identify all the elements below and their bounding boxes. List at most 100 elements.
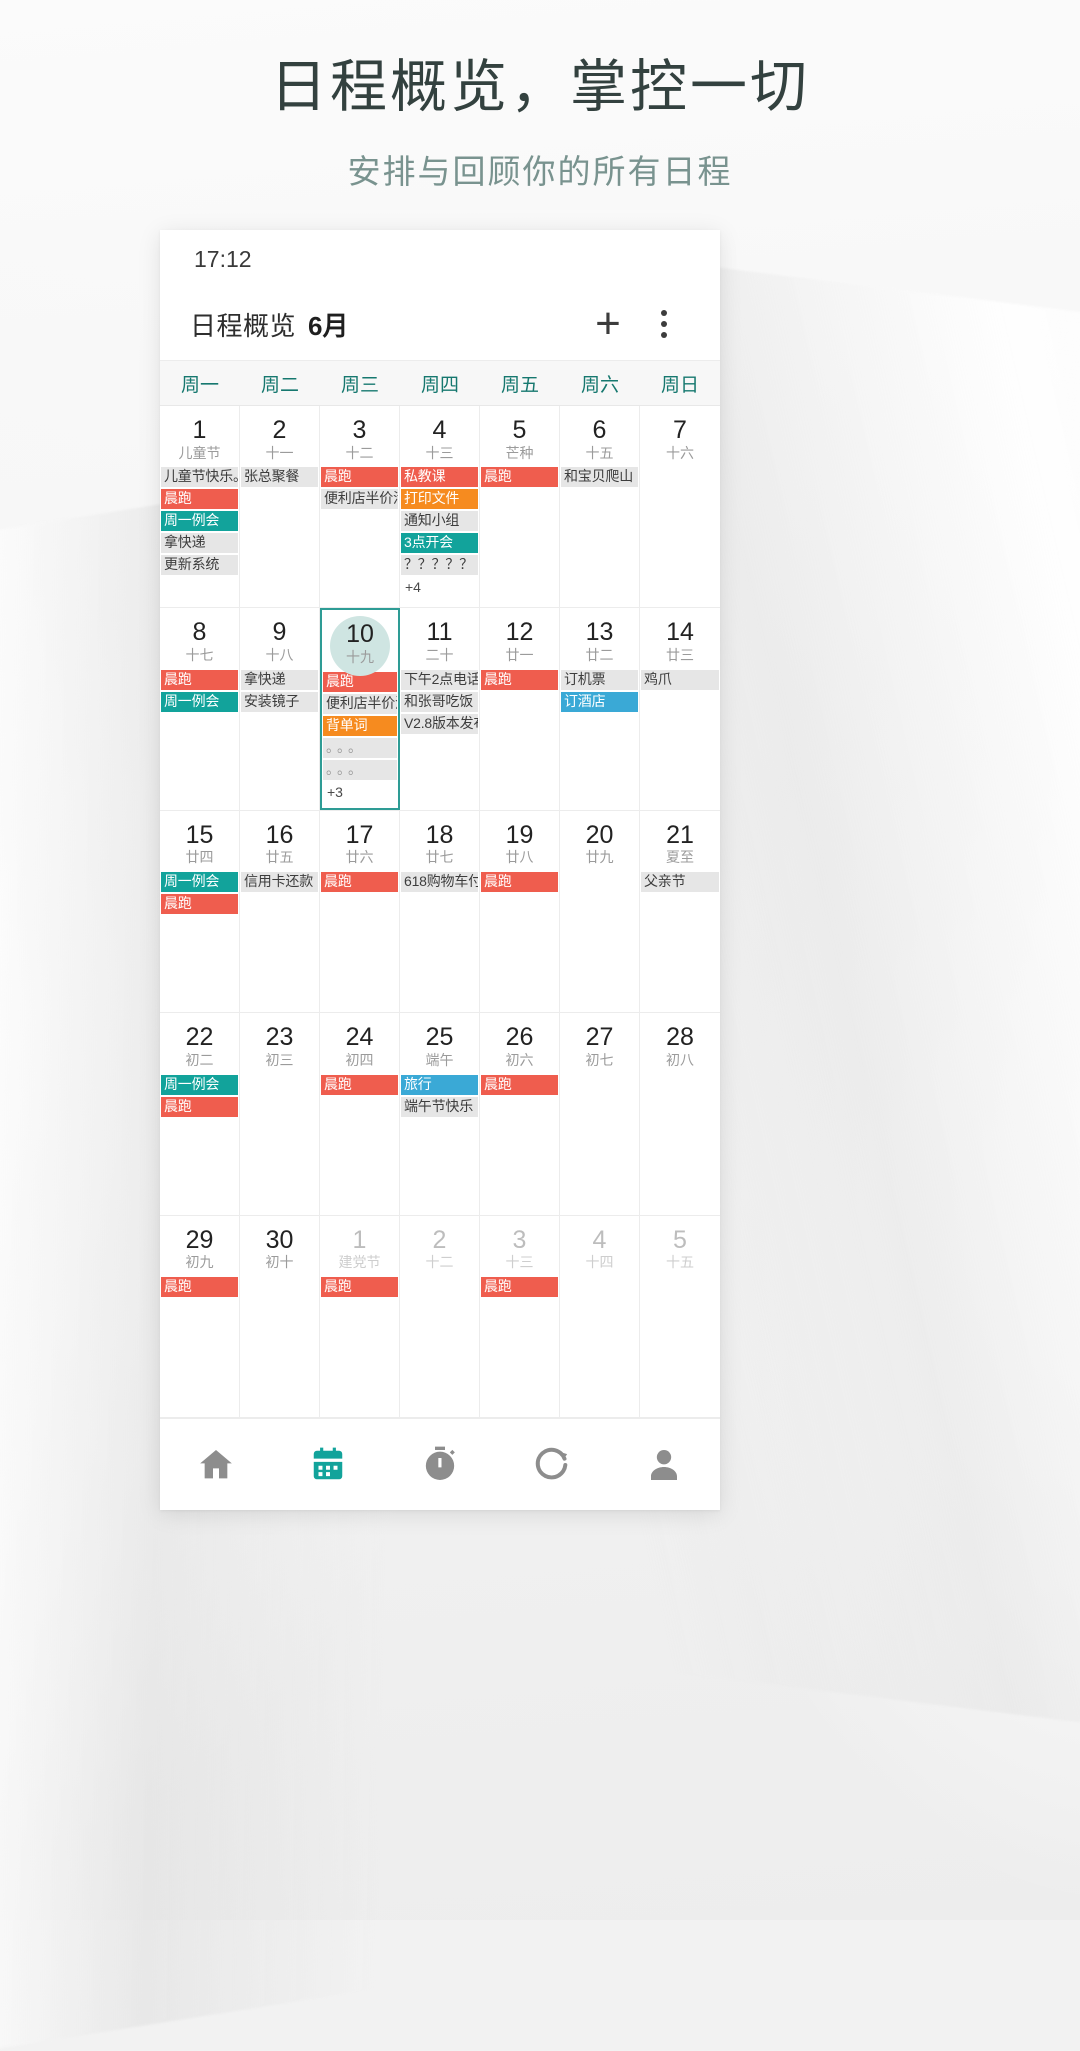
calendar-event-chip[interactable]: 周一例会 xyxy=(161,1074,238,1095)
calendar-event-chip[interactable]: 。。。 xyxy=(323,759,397,780)
calendar-event-chip[interactable]: 周一例会 xyxy=(161,511,238,532)
calendar-day-cell[interactable]: 16 廿五 信用卡还款 xyxy=(240,810,320,1013)
calendar-day-cell[interactable]: 6 十五 和宝贝爬山 xyxy=(560,406,640,608)
calendar-event-chip[interactable]: 晨跑 xyxy=(321,872,398,893)
calendar-day-cell[interactable]: 23 初三 xyxy=(240,1013,320,1215)
calendar-day-cell[interactable]: 3十二晨跑便利店半价活 xyxy=(320,406,400,608)
calendar-event-chip[interactable]: 3点开会 xyxy=(401,533,478,554)
calendar-event-chip[interactable]: 晨跑 xyxy=(481,669,558,690)
calendar-day-cell[interactable]: 13 廿二 订机票 订酒店 xyxy=(560,608,640,810)
calendar-event-chip[interactable]: 晨跑 xyxy=(161,894,238,915)
calendar-event-chip[interactable]: 父亲节 xyxy=(641,872,719,893)
nav-calendar-button[interactable] xyxy=(272,1446,384,1484)
calendar-day-cell[interactable]: 17 廿六 晨跑 xyxy=(320,810,400,1013)
calendar-event-chip[interactable]: 周一例会 xyxy=(161,691,238,712)
calendar-event-chip[interactable]: 周一例会 xyxy=(161,872,238,893)
calendar-day-cell[interactable]: 19 廿八 晨跑 xyxy=(480,810,560,1013)
calendar-day-cell[interactable]: 8 十七 晨跑 周一例会 xyxy=(160,608,240,810)
calendar-day-cell[interactable]: 11二十下午2点电话和张哥吃饭V2.8版本发布 xyxy=(400,608,480,810)
more-events-label[interactable]: +4 xyxy=(401,577,478,597)
calendar-day-cell[interactable]: 5 十五 xyxy=(640,1216,720,1417)
calendar-day-cell[interactable]: 30 初十 xyxy=(240,1215,320,1417)
calendar-event-chip[interactable]: 端午节快乐 xyxy=(401,1096,478,1117)
calendar-event-chip[interactable]: 晨跑 xyxy=(161,1276,238,1297)
calendar-event-chip[interactable]: 和宝贝爬山 xyxy=(561,467,638,488)
calendar-event-chip[interactable]: 晨跑 xyxy=(321,467,398,488)
calendar-day-cell[interactable]: 7 十六 xyxy=(640,406,720,607)
calendar-day-cell[interactable]: 29 初九 晨跑 xyxy=(160,1215,240,1417)
nav-timer-button[interactable] xyxy=(384,1445,496,1485)
calendar-event-chip[interactable]: 旅行 xyxy=(401,1074,478,1095)
calendar-event-chip[interactable]: 便利店半价活 xyxy=(323,693,397,714)
calendar-day-cell[interactable]: 24 初四 晨跑 xyxy=(320,1013,400,1215)
calendar-event-chip[interactable]: 拿快递 xyxy=(241,669,318,690)
calendar-event-chip[interactable]: 晨跑 xyxy=(481,872,558,893)
calendar-event-chip[interactable]: 订机票 xyxy=(561,669,638,690)
calendar-event-chip[interactable]: 拿快递 xyxy=(161,533,238,554)
calendar-day-cell[interactable]: 2 十一 张总聚餐 xyxy=(240,406,320,608)
calendar-event-chip[interactable]: 晨跑 xyxy=(161,669,238,690)
calendar-event-chip[interactable]: 下午2点电话 xyxy=(401,669,478,690)
calendar-event-chip[interactable]: 订酒店 xyxy=(561,691,638,712)
calendar-day-cell[interactable]: 27 初七 xyxy=(560,1013,640,1215)
day-number: 8 xyxy=(192,618,207,647)
calendar-event-chip[interactable]: 。。。 xyxy=(323,737,397,758)
app-bar-month[interactable]: 6月 xyxy=(308,306,348,343)
calendar-day-cell[interactable]: 28 初八 xyxy=(640,1013,720,1214)
day-event-list: 晨跑 xyxy=(320,1276,399,1297)
calendar-event-chip[interactable]: 便利店半价活 xyxy=(321,489,398,510)
calendar-event-chip[interactable]: 晨跑 xyxy=(481,1276,558,1297)
nav-home-button[interactable] xyxy=(160,1445,272,1485)
calendar-event-chip[interactable]: 和张哥吃饭 xyxy=(401,691,478,712)
calendar-event-chip[interactable]: 更新系统 xyxy=(161,555,238,576)
calendar-event-chip[interactable]: 安装镜子 xyxy=(241,691,318,712)
calendar-day-cell[interactable]: 12 廿一 晨跑 xyxy=(480,608,560,810)
calendar-day-cell[interactable]: 18 廿七 618购物车付 xyxy=(400,810,480,1013)
nav-person-button[interactable] xyxy=(608,1445,720,1485)
day-lunar-label: 十三 xyxy=(505,1254,534,1271)
calendar-day-cell[interactable]: 4 十三 私教课 打印文件 通知小组 3点开会？？？？？ +4 xyxy=(400,406,480,608)
calendar-day-cell[interactable]: 22 初二 周一例会 晨跑 xyxy=(160,1013,240,1215)
calendar-event-chip[interactable]: 私教课 xyxy=(401,467,478,488)
calendar-event-chip[interactable]: 晨跑 xyxy=(161,1096,238,1117)
calendar-day-cell[interactable]: 25 端午 旅行 端午节快乐 xyxy=(400,1013,480,1215)
calendar-event-chip[interactable]: 晨跑 xyxy=(321,1074,398,1095)
weekday-header: 周一 周二 周三 周四 周五 周六 周日 xyxy=(160,360,720,406)
more-vertical-icon xyxy=(661,310,667,338)
calendar-day-cell[interactable]: 5 芒种 晨跑 xyxy=(480,406,560,608)
calendar-event-chip[interactable]: 张总聚餐 xyxy=(241,467,318,488)
calendar-day-cell-selected[interactable]: 10十九晨跑便利店半价活背单词。。。。。。+3 xyxy=(320,608,400,810)
calendar-event-chip[interactable]: 晨跑 xyxy=(481,1074,558,1095)
calendar-day-cell[interactable]: 1儿童节儿童节快乐。晨跑周一例会拿快递更新系统 xyxy=(160,406,240,608)
nav-progress-ring-button[interactable] xyxy=(496,1445,608,1485)
add-event-button[interactable]: + xyxy=(580,296,636,352)
calendar-day-cell[interactable]: 14 廿三 鸡爪 xyxy=(640,608,720,809)
calendar-event-chip[interactable]: 晨跑 xyxy=(161,489,238,510)
calendar-event-chip[interactable]: 打印文件 xyxy=(401,489,478,510)
calendar-event-chip[interactable]: ？？？？？ xyxy=(401,555,478,576)
overflow-menu-button[interactable] xyxy=(636,296,692,352)
calendar-event-chip[interactable]: 晨跑 xyxy=(481,467,558,488)
calendar-day-cell[interactable]: 1 建党节 晨跑 xyxy=(320,1215,400,1417)
day-lunar-label: 初九 xyxy=(185,1254,214,1271)
calendar-day-cell[interactable]: 9 十八 拿快递 安装镜子 xyxy=(240,608,320,810)
calendar-day-cell[interactable]: 2 十二 xyxy=(400,1215,480,1417)
calendar-event-chip[interactable]: 信用卡还款 xyxy=(241,872,318,893)
calendar-day-cell[interactable]: 3 十三 晨跑 xyxy=(480,1215,560,1417)
calendar-day-cell[interactable]: 15 廿四 周一例会 晨跑 xyxy=(160,810,240,1013)
calendar-event-chip[interactable]: 晨跑 xyxy=(321,1276,398,1297)
day-lunar-label: 初八 xyxy=(666,1051,694,1068)
calendar-event-chip[interactable]: 鸡爪 xyxy=(641,669,719,690)
calendar-event-chip[interactable]: V2.8版本发布 xyxy=(401,713,478,734)
calendar-day-cell[interactable]: 21 夏至 父亲节 xyxy=(640,811,720,1012)
calendar-event-chip[interactable]: 通知小组 xyxy=(401,511,478,532)
day-lunar-label: 十五 xyxy=(666,1254,694,1271)
calendar-event-chip[interactable]: 儿童节快乐。 xyxy=(161,467,238,488)
more-events-label[interactable]: +3 xyxy=(323,782,397,802)
calendar-day-cell[interactable]: 20 廿九 xyxy=(560,810,640,1013)
day-number: 27 xyxy=(585,1023,614,1052)
calendar-day-cell[interactable]: 4 十四 xyxy=(560,1215,640,1417)
calendar-event-chip[interactable]: 618购物车付 xyxy=(401,872,478,893)
calendar-event-chip[interactable]: 背单词 xyxy=(323,715,397,736)
calendar-day-cell[interactable]: 26 初六 晨跑 xyxy=(480,1013,560,1215)
